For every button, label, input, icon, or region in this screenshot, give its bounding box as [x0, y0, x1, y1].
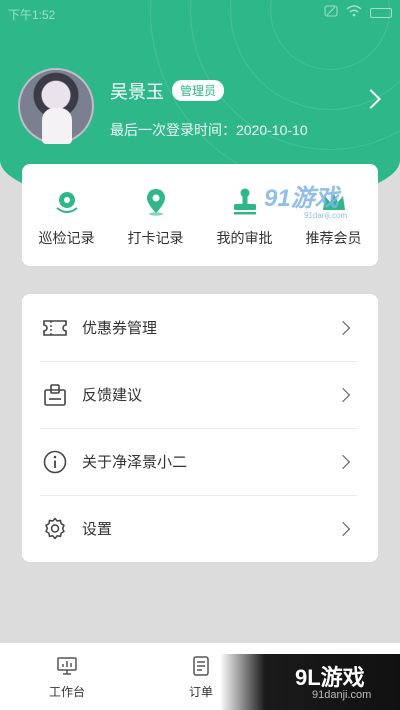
quick-action-label: 打卡记录: [127, 230, 184, 246]
menu-item-coupons[interactable]: 优惠券管理: [22, 294, 378, 361]
chevron-right-icon: [335, 454, 351, 469]
menu-item-about[interactable]: 关于净泽景小二: [22, 428, 378, 495]
chevron-right-icon: [335, 521, 351, 536]
menu-item-label: 优惠券管理: [82, 320, 158, 337]
feedback-icon: [44, 383, 66, 406]
quick-action-label: 推荐会员: [305, 230, 362, 246]
mute-icon: [324, 5, 338, 20]
quick-action-label: 巡检记录: [38, 230, 95, 246]
status-icons: [324, 5, 392, 20]
monitor-icon: [57, 657, 77, 675]
coupon-icon: [43, 319, 67, 336]
settings-menu-card: 优惠券管理 反馈建议 关于净泽景小二 设置: [22, 294, 378, 562]
menu-item-label: 设置: [82, 521, 113, 538]
stamp-icon: [233, 188, 256, 215]
user-name: 吴景玉: [110, 82, 164, 102]
quick-action-label: 我的审批: [216, 230, 273, 246]
chevron-right-icon: [335, 387, 351, 402]
banner-logo-text: 9L游戏: [295, 665, 365, 690]
menu-item-label: 关于净泽景小二: [82, 454, 188, 471]
battery-icon: [370, 7, 392, 18]
menu-item-settings[interactable]: 设置: [22, 495, 378, 562]
banner-url-text: 91danji.com: [312, 689, 372, 701]
quick-action-inspection[interactable]: 巡检记录: [22, 164, 111, 266]
svg-text:91danji.com: 91danji.com: [304, 211, 347, 220]
tab-label: 工作台: [48, 685, 85, 699]
tab-workbench[interactable]: 工作台: [0, 643, 134, 710]
watermark-logo: 91游戏 91danji.com: [264, 185, 347, 220]
status-bar: 下午1:52: [0, 0, 400, 28]
order-icon: [193, 656, 209, 676]
quick-action-checkin[interactable]: 打卡记录: [111, 164, 200, 266]
status-time: 下午1:52: [8, 8, 56, 22]
menu-item-label: 反馈建议: [82, 387, 143, 404]
role-badge: 管理员: [172, 80, 225, 101]
svg-text:91游戏: 91游戏: [264, 185, 342, 212]
menu-item-feedback[interactable]: 反馈建议: [22, 361, 378, 428]
chevron-right-icon: [335, 320, 351, 335]
wifi-icon: [346, 5, 362, 20]
inspection-icon: [55, 192, 78, 213]
last-login-text: 最后一次登录时间：2020-10-10: [110, 122, 308, 138]
gear-icon: [45, 517, 65, 539]
info-icon: [43, 450, 67, 473]
location-pin-icon: [146, 189, 165, 216]
avatar[interactable]: [18, 68, 94, 144]
